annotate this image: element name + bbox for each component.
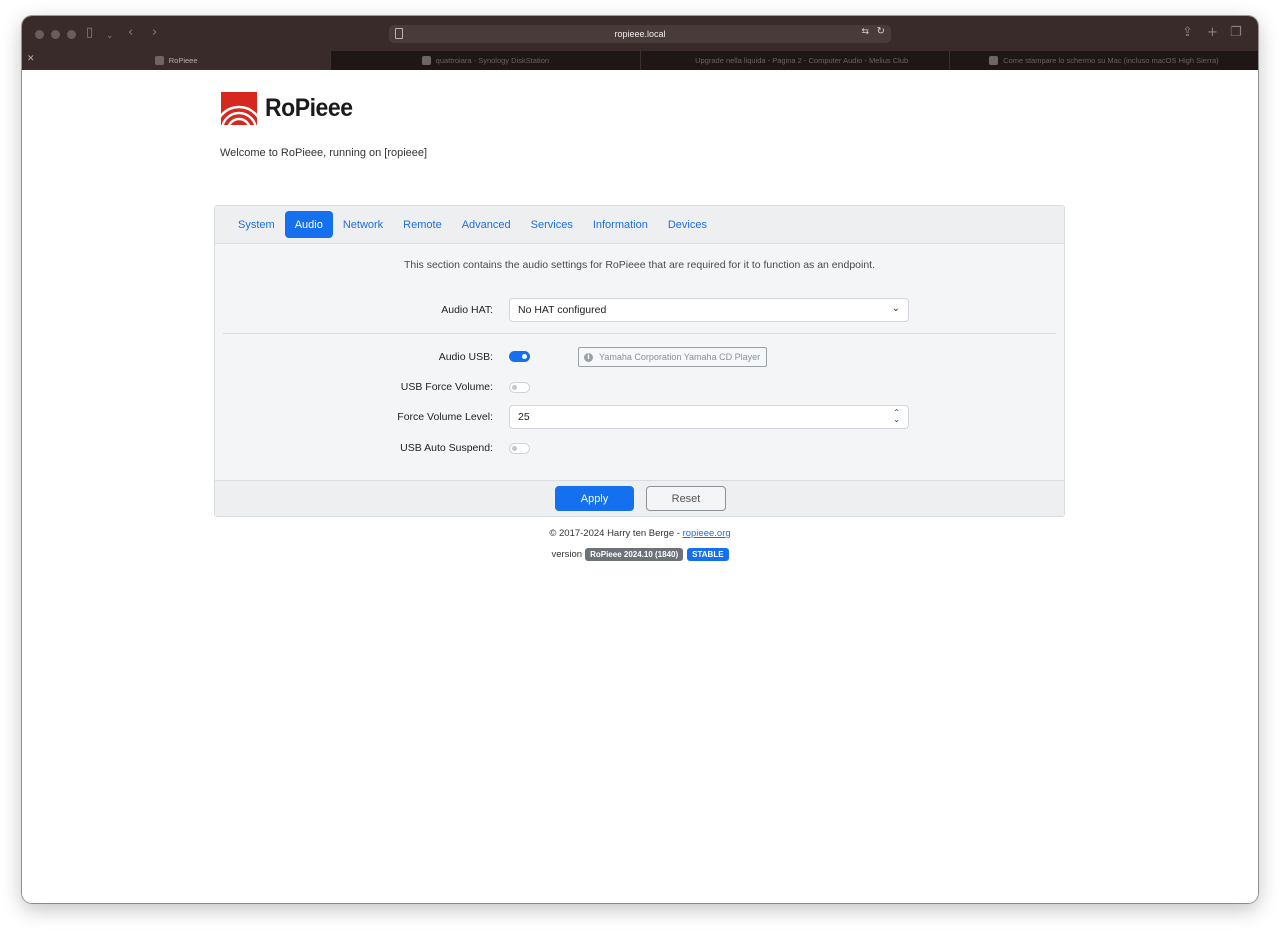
browser-tab-ropieee[interactable]: ✕ RoPieee — [22, 51, 331, 70]
share-icon[interactable]: ⇪ — [1182, 25, 1193, 41]
browser-tab-bar: ✕ RoPieee quattroiara - Synology DiskSta… — [22, 51, 1258, 70]
chevron-down-icon: ⌄ — [891, 303, 900, 314]
favicon — [421, 56, 431, 65]
browser-window: ▯ ⌄ ‹ › ropieee.local ⇆ ↻ ⇪ + ❐ ✕ RoPiee… — [22, 16, 1258, 903]
browser-tab-synology[interactable]: quattroiara - Synology DiskStation — [330, 51, 639, 70]
force-volume-level-label: Force Volume Level: — [397, 411, 493, 423]
audio-usb-label: Audio USB: — [438, 351, 493, 363]
channel-badge: STABLE — [687, 548, 729, 561]
usb-auto-suspend-label: USB Auto Suspend: — [400, 442, 493, 454]
stepper-icon[interactable]: ⌃ ⌄ — [893, 409, 900, 424]
minimize-window-button[interactable] — [51, 30, 60, 39]
zoom-window-button[interactable] — [67, 30, 76, 39]
settings-actions: Apply Reset — [215, 480, 1064, 516]
usb-auto-suspend-toggle[interactable] — [509, 443, 530, 454]
reload-icon[interactable]: ↻ — [877, 26, 885, 37]
window-controls — [35, 30, 76, 39]
favicon — [681, 56, 690, 65]
chevron-down-icon[interactable]: ⌄ — [106, 28, 114, 44]
tab-advanced[interactable]: Advanced — [452, 211, 521, 238]
sidebar-icon[interactable]: ▯ — [86, 25, 93, 41]
browser-tab-title: Upgrade nella liquida - Pagina 2 - Compu… — [695, 56, 909, 65]
translate-icon[interactable]: ⇆ — [861, 27, 869, 37]
browser-tab-title: quattroiara - Synology DiskStation — [435, 56, 550, 65]
reset-button[interactable]: Reset — [646, 486, 726, 511]
browser-tab-title: RoPieee — [168, 56, 198, 65]
tab-audio[interactable]: Audio — [284, 211, 333, 238]
close-window-button[interactable] — [35, 30, 44, 39]
force-volume-level-value: 25 — [518, 411, 530, 423]
usb-device-badge: i Yamaha Corporation Yamaha CD Player — [578, 347, 768, 367]
info-icon: i — [584, 352, 593, 362]
address-text: ropieee.local — [614, 29, 666, 39]
section-intro: This section contains the audio settings… — [403, 259, 876, 271]
browser-tab-title: Come stampare lo schermo su Mac (incluso… — [1003, 56, 1219, 65]
copyright-text: © 2017-2024 Harry ten Berge - — [549, 528, 683, 539]
audio-hat-label: Audio HAT: — [441, 304, 493, 316]
back-icon[interactable]: ‹ — [128, 25, 133, 41]
force-volume-level-input[interactable]: 25 ⌃ ⌄ — [509, 405, 909, 429]
tab-services[interactable]: Services — [521, 211, 583, 238]
settings-nav: System Audio Network Remote Advanced Ser… — [215, 206, 1064, 244]
browser-titlebar: ▯ ⌄ ‹ › ropieee.local ⇆ ↻ ⇪ + ❐ — [22, 16, 1258, 51]
tab-remote[interactable]: Remote — [393, 211, 452, 238]
copyright-footer: © 2017-2024 Harry ten Berge - ropieee.or… — [22, 528, 1258, 539]
ropieee-logo — [221, 92, 257, 125]
new-tab-icon[interactable]: + — [1207, 25, 1218, 41]
tab-information[interactable]: Information — [583, 211, 658, 238]
forward-icon[interactable]: › — [152, 25, 157, 41]
settings-card: System Audio Network Remote Advanced Ser… — [214, 205, 1065, 517]
page-content: RoPieee Welcome to RoPieee, running on [… — [22, 70, 1258, 903]
tab-system[interactable]: System — [228, 211, 285, 238]
address-bar[interactable]: ropieee.local ⇆ ↻ — [389, 25, 891, 43]
tab-network[interactable]: Network — [333, 211, 393, 238]
tab-overview-icon[interactable]: ❐ — [1230, 25, 1242, 41]
toggle-knob — [512, 385, 517, 390]
audio-hat-value: No HAT configured — [518, 304, 607, 316]
audio-usb-toggle[interactable] — [509, 351, 530, 362]
browser-tab-mac-screenshot[interactable]: Come stampare lo schermo su Mac (incluso… — [948, 51, 1258, 70]
ropieee-link[interactable]: ropieee.org — [683, 528, 731, 539]
divider — [223, 333, 1056, 334]
version-label: version — [551, 549, 583, 560]
toggle-knob — [522, 354, 527, 359]
browser-tab-melius[interactable]: Upgrade nella liquida - Pagina 2 - Compu… — [639, 51, 949, 70]
favicon — [989, 56, 999, 65]
usb-force-volume-toggle[interactable] — [509, 382, 530, 393]
version-line: version RoPieee 2024.10 (1840) STABLE — [22, 548, 1258, 561]
page-icon — [395, 28, 403, 39]
usb-device-name: Yamaha Corporation Yamaha CD Player — [599, 352, 761, 362]
version-badge: RoPieee 2024.10 (1840) — [585, 548, 684, 561]
close-tab-icon[interactable]: ✕ — [27, 54, 35, 64]
favicon — [154, 56, 164, 65]
tab-devices[interactable]: Devices — [658, 211, 717, 238]
usb-force-volume-label: USB Force Volume: — [400, 381, 493, 393]
audio-hat-select[interactable]: No HAT configured ⌄ — [509, 298, 909, 322]
apply-button[interactable]: Apply — [555, 486, 634, 511]
welcome-text: Welcome to RoPieee, running on [ropieee] — [220, 147, 428, 159]
brand-header: RoPieee — [221, 92, 360, 125]
brand-name: RoPieee — [265, 94, 353, 122]
toggle-knob — [512, 446, 517, 451]
